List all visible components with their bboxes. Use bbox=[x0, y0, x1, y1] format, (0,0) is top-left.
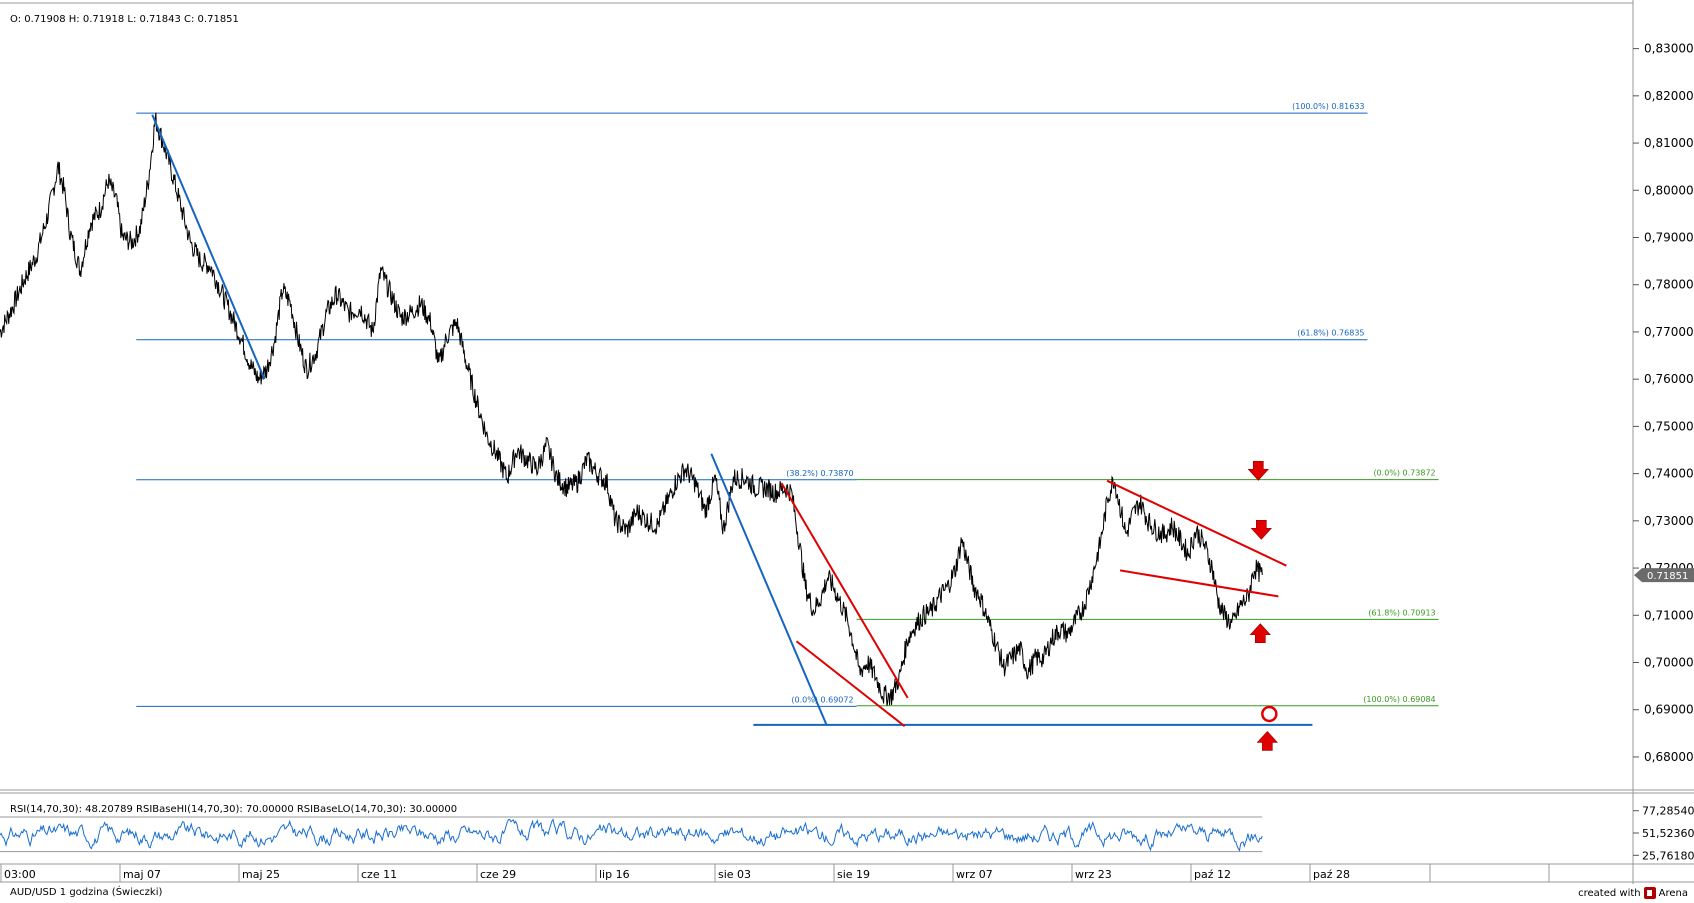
price-axis-tick-label: 0,82000 bbox=[1644, 89, 1694, 103]
rsi-header: RSI(14,70,30): 48.20789 RSIBaseHI(14,70,… bbox=[10, 804, 457, 815]
price-axis-tick-label: 0,76000 bbox=[1644, 372, 1694, 386]
price-axis-tick-label: 0,73000 bbox=[1644, 514, 1694, 528]
price-chart[interactable]: O: 0.71908 H: 0.71918 L: 0.71843 C: 0.71… bbox=[0, 0, 1694, 884]
brand-name: Arena bbox=[1658, 887, 1688, 899]
current-price-label: 0.71851 bbox=[1647, 571, 1688, 582]
price-axis-tick-label: 0,77000 bbox=[1644, 325, 1694, 339]
footer-bar: AUD/USD 1 godzina (Świeczki) created wit… bbox=[0, 884, 1694, 903]
time-axis-tick-label: maj 25 bbox=[242, 868, 280, 881]
brand-text: created with bbox=[1578, 887, 1641, 899]
chart-stage: O: 0.71908 H: 0.71918 L: 0.71843 C: 0.71… bbox=[0, 0, 1694, 903]
price-axis-tick-label: 0,83000 bbox=[1644, 42, 1694, 56]
brand-credit: created with Arena bbox=[1578, 887, 1688, 899]
ohlc-readout: O: 0.71908 H: 0.71918 L: 0.71843 C: 0.71… bbox=[10, 14, 239, 25]
fib-level-label: (0.0%) 0.73872 bbox=[1373, 469, 1435, 478]
price-axis-tick-label: 0,71000 bbox=[1644, 608, 1694, 622]
fib-level-label: (0.0%) 0.69072 bbox=[791, 695, 853, 704]
chart-background bbox=[0, 0, 1694, 884]
rsi-axis-tick-label: 25,76180 bbox=[1642, 849, 1694, 862]
fib-level-label: (100.0%) 0.81633 bbox=[1292, 102, 1364, 111]
fib-level-label: (61.8%) 0.70913 bbox=[1368, 608, 1435, 617]
price-axis-tick-label: 0,69000 bbox=[1644, 703, 1694, 717]
time-axis-tick-label: cze 11 bbox=[361, 868, 397, 881]
current-price-tag: 0.71851 bbox=[1634, 568, 1694, 583]
time-axis-tick-label: wrz 23 bbox=[1075, 868, 1112, 881]
price-axis-tick-label: 0,81000 bbox=[1644, 136, 1694, 150]
time-axis-tick-label: wrz 07 bbox=[956, 868, 993, 881]
time-axis-tick-label: sie 03 bbox=[718, 868, 751, 881]
price-axis-tick-label: 0,68000 bbox=[1644, 750, 1694, 764]
time-axis-tick-label: maj 07 bbox=[123, 868, 161, 881]
fib-level-label: (61.8%) 0.76835 bbox=[1297, 329, 1364, 338]
price-axis-tick-label: 0,78000 bbox=[1644, 278, 1694, 292]
arena-logo-icon bbox=[1643, 887, 1656, 899]
price-axis-tick-label: 0,80000 bbox=[1644, 183, 1694, 197]
time-axis-tick-label: cze 29 bbox=[480, 868, 516, 881]
price-axis-tick-label: 0,75000 bbox=[1644, 419, 1694, 433]
time-axis-tick-label: paź 28 bbox=[1313, 868, 1350, 881]
time-axis-tick-label: 03:00 bbox=[4, 868, 36, 881]
time-axis-tick-label: sie 19 bbox=[837, 868, 870, 881]
fib-level-label: (38.2%) 0.73870 bbox=[786, 469, 853, 478]
rsi-axis-tick-label: 77,28540 bbox=[1642, 805, 1694, 818]
instrument-title: AUD/USD 1 godzina (Świeczki) bbox=[10, 887, 163, 898]
fib-level-label: (100.0%) 0.69084 bbox=[1363, 695, 1435, 704]
price-axis-tick-label: 0,70000 bbox=[1644, 656, 1694, 670]
time-axis-tick-label: lip 16 bbox=[599, 868, 630, 881]
price-axis-tick-label: 0,74000 bbox=[1644, 467, 1694, 481]
target-circle-icon bbox=[1261, 705, 1278, 723]
time-axis-tick-label: paź 12 bbox=[1194, 868, 1231, 881]
price-axis-tick-label: 0,79000 bbox=[1644, 231, 1694, 245]
rsi-axis-tick-label: 51,52360 bbox=[1642, 827, 1694, 840]
